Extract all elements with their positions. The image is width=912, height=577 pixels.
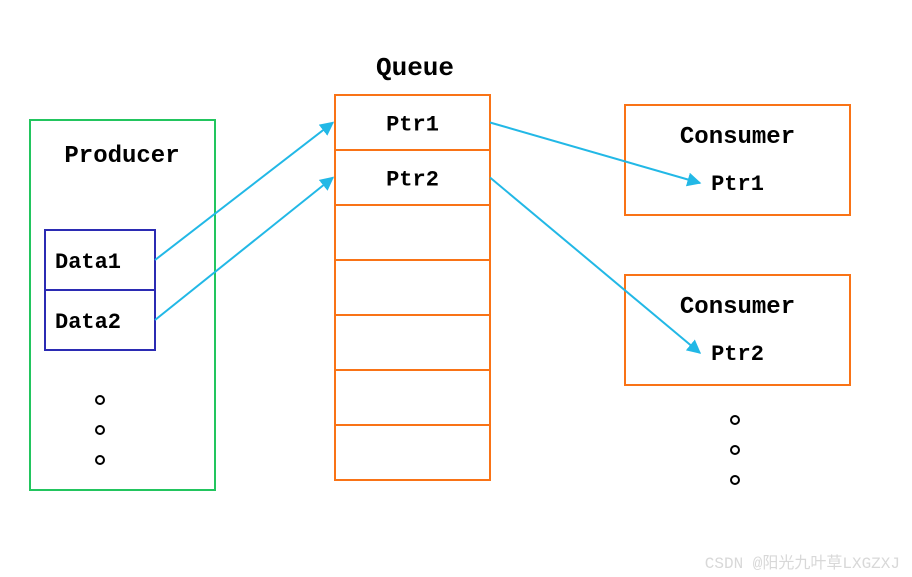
producer-data-item: Data2: [55, 310, 121, 335]
arrow-ptr2-to-consumer2: [490, 178, 700, 354]
producer-data-item: Data1: [55, 250, 121, 275]
consumer-ptr: Ptr1: [711, 172, 764, 197]
producer-box: [30, 120, 215, 490]
queue-box: [335, 95, 490, 480]
ellipsis-dot: [96, 396, 104, 404]
arrow-ptr1-to-consumer1: [490, 123, 700, 184]
ellipsis-dot: [96, 456, 104, 464]
consumer-ptr: Ptr2: [711, 342, 764, 367]
arrow-data1-to-ptr1: [155, 123, 333, 261]
watermark: CSDN @阳光九叶草LXGZXJ: [705, 554, 900, 573]
consumer-label: Consumer: [680, 124, 795, 151]
ellipsis-dot: [96, 426, 104, 434]
arrow-data2-to-ptr2: [155, 178, 333, 321]
queue-title: Queue: [376, 53, 454, 83]
queue-item: Ptr2: [386, 168, 439, 193]
queue-item: Ptr1: [386, 113, 439, 138]
consumer-label: Consumer: [680, 294, 795, 321]
consumer-box: [625, 105, 850, 215]
ellipsis-dot: [731, 476, 739, 484]
ellipsis-dot: [731, 416, 739, 424]
consumer-box: [625, 275, 850, 385]
producer-label: Producer: [64, 143, 179, 170]
ellipsis-dot: [731, 446, 739, 454]
